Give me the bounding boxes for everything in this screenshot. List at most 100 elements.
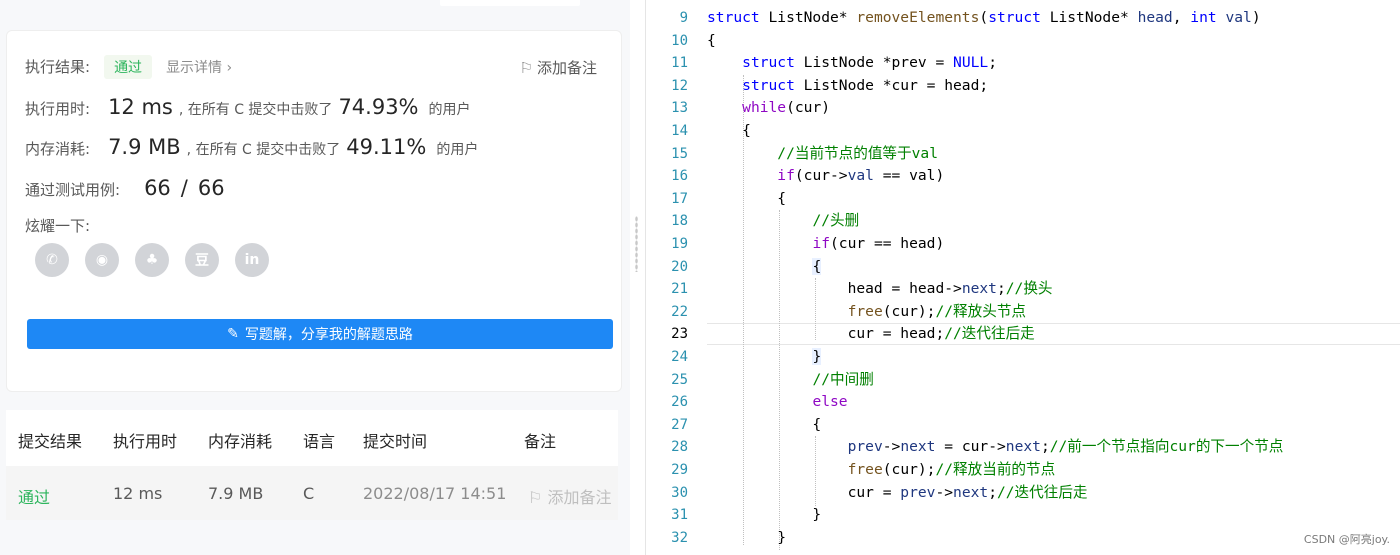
- row-add-note-label: 添加备注: [547, 488, 612, 507]
- line-number: 20: [671, 258, 688, 275]
- header-result: 提交结果: [18, 432, 83, 451]
- share-icons: ✆ ◉ ♣ 豆 in: [35, 243, 269, 277]
- code-line[interactable]: prev->next = cur->next;//前一个节点指向cur的下一个节…: [707, 436, 1284, 459]
- submissions-table: 提交结果 执行用时 内存消耗 语言 提交时间 备注 通过 12 ms 7.9 M…: [6, 410, 618, 520]
- code-line[interactable]: free(cur);//释放当前的节点: [707, 459, 1056, 482]
- tests-total: 66: [197, 176, 225, 200]
- code-line[interactable]: //中间删: [707, 369, 873, 392]
- line-number: 10: [671, 32, 688, 49]
- line-number: 28: [671, 439, 688, 456]
- top-strip: [0, 0, 630, 8]
- line-number: 11: [671, 55, 688, 72]
- row-submitted: 2022/08/17 14:51: [363, 484, 507, 503]
- line-number: 14: [671, 123, 688, 139]
- code-line[interactable]: //当前节点的值等于val: [707, 143, 938, 166]
- line-number-current: 23: [671, 326, 688, 343]
- line-number: 27: [671, 416, 688, 433]
- code-line[interactable]: }: [707, 504, 821, 527]
- code-line[interactable]: if(cur == head): [707, 233, 944, 256]
- line-number: 32: [671, 529, 688, 546]
- write-solution-button[interactable]: ✎ 写题解，分享我的解题思路: [27, 319, 613, 349]
- mem-label: 内存消耗:: [25, 140, 91, 158]
- line-number: 9: [679, 10, 688, 26]
- tests-passed: 66: [144, 176, 171, 200]
- exec-result-label: 执行结果:: [25, 58, 91, 76]
- line-number: 16: [671, 168, 688, 185]
- code-line[interactable]: free(cur);//释放头节点: [707, 301, 1026, 324]
- douban-icon[interactable]: 豆: [185, 243, 219, 277]
- code-line[interactable]: cur = prev->next;//迭代往后走: [707, 482, 1088, 505]
- line-number: 17: [671, 190, 688, 207]
- line-number: 13: [671, 100, 688, 117]
- submission-panel: 执行结果: 通过 显示详情 › ⚐ 添加备注 执行用时: 12 ms , 在所有 …: [0, 0, 630, 555]
- top-strip-bar: [440, 0, 580, 6]
- line-number: 19: [671, 236, 688, 252]
- line-number: 29: [671, 462, 688, 478]
- share-label: 炫耀一下:: [25, 217, 91, 235]
- row-result[interactable]: 通过: [18, 484, 50, 508]
- time-row: 执行用时: 12 ms , 在所有 C 提交中击败了 74.93% 的用户: [25, 95, 471, 119]
- time-desc: , 在所有 C 提交中击败了: [178, 102, 333, 118]
- mem-value: 7.9 MB: [108, 135, 181, 159]
- code-line[interactable]: struct ListNode* removeElements(struct L…: [707, 7, 1261, 30]
- line-number: 15: [671, 145, 688, 162]
- line-number: 31: [671, 507, 688, 524]
- header-memory: 内存消耗: [208, 432, 273, 451]
- flag-icon: ⚐: [519, 59, 533, 77]
- time-label: 执行用时:: [25, 100, 91, 118]
- flag-icon: ⚐: [528, 488, 548, 507]
- add-note-label: 添加备注: [536, 59, 597, 77]
- row-time: 12 ms: [113, 484, 163, 503]
- code-line[interactable]: }: [707, 527, 786, 550]
- code-line[interactable]: struct ListNode *prev = NULL;: [707, 52, 997, 75]
- line-number: 12: [671, 77, 688, 94]
- qq-icon[interactable]: ♣: [135, 243, 169, 277]
- code-line[interactable]: while(cur): [707, 97, 830, 120]
- write-solution-label: 写题解，分享我的解题思路: [244, 327, 413, 343]
- code-line-current[interactable]: cur = head;//迭代往后走: [707, 323, 1035, 346]
- code-line[interactable]: {: [707, 188, 786, 211]
- mem-users-suffix: 的用户: [436, 142, 479, 158]
- tests-sep: /: [180, 176, 188, 200]
- pencil-icon: ✎: [227, 326, 239, 342]
- panel-splitter[interactable]: [630, 0, 644, 555]
- code-line[interactable]: //头删: [707, 210, 859, 233]
- code-line[interactable]: else: [707, 391, 847, 414]
- code-line[interactable]: struct ListNode *cur = head;: [707, 75, 988, 98]
- line-number: 21: [671, 281, 688, 298]
- header-time: 执行用时: [113, 432, 178, 451]
- code-line[interactable]: {: [707, 120, 751, 143]
- time-value: 12 ms: [108, 95, 173, 119]
- row-language: C: [303, 484, 315, 503]
- code-line[interactable]: }: [707, 346, 822, 369]
- time-percent: 74.93%: [338, 95, 419, 119]
- linkedin-icon[interactable]: in: [235, 243, 269, 277]
- watermark: CSDN @阿亮joy.: [1303, 533, 1390, 546]
- drag-handle-icon[interactable]: [635, 216, 638, 272]
- line-number: 25: [671, 371, 688, 388]
- line-number: 26: [671, 394, 688, 411]
- code-line[interactable]: {: [707, 30, 716, 53]
- table-row[interactable]: 通过 12 ms 7.9 MB C 2022/08/17 14:51 ⚐ 添加备…: [6, 466, 618, 520]
- line-number: 30: [671, 484, 688, 501]
- code-line[interactable]: if(cur->val == val): [707, 165, 944, 188]
- code-line[interactable]: {: [707, 414, 821, 437]
- chevron-right-icon: ›: [226, 60, 233, 76]
- show-details-link[interactable]: 显示详情 ›: [166, 57, 232, 77]
- code-line[interactable]: head = head->next;//换头: [707, 278, 1053, 301]
- row-memory: 7.9 MB: [208, 484, 264, 503]
- line-number: 22: [671, 303, 688, 320]
- code-editor[interactable]: 9 10 11 12 13 14 15 16 17 18 19 20 21 22…: [645, 0, 1400, 555]
- table-header: 提交结果 执行用时 内存消耗 语言 提交时间 备注: [6, 410, 618, 466]
- row-add-note-button[interactable]: ⚐ 添加备注: [528, 484, 611, 508]
- memory-row: 内存消耗: 7.9 MB , 在所有 C 提交中击败了 49.11% 的用户: [25, 135, 478, 159]
- wechat-icon[interactable]: ✆: [35, 243, 69, 277]
- tests-row: 通过测试用例: 66 / 66: [25, 176, 225, 200]
- mem-desc: , 在所有 C 提交中击败了: [186, 142, 341, 158]
- line-number: 18: [671, 213, 688, 230]
- header-note: 备注: [524, 432, 557, 451]
- weibo-icon[interactable]: ◉: [85, 243, 119, 277]
- add-note-button[interactable]: ⚐ 添加备注: [520, 57, 597, 78]
- code-line[interactable]: {: [707, 256, 822, 279]
- time-users-suffix: 的用户: [428, 102, 471, 118]
